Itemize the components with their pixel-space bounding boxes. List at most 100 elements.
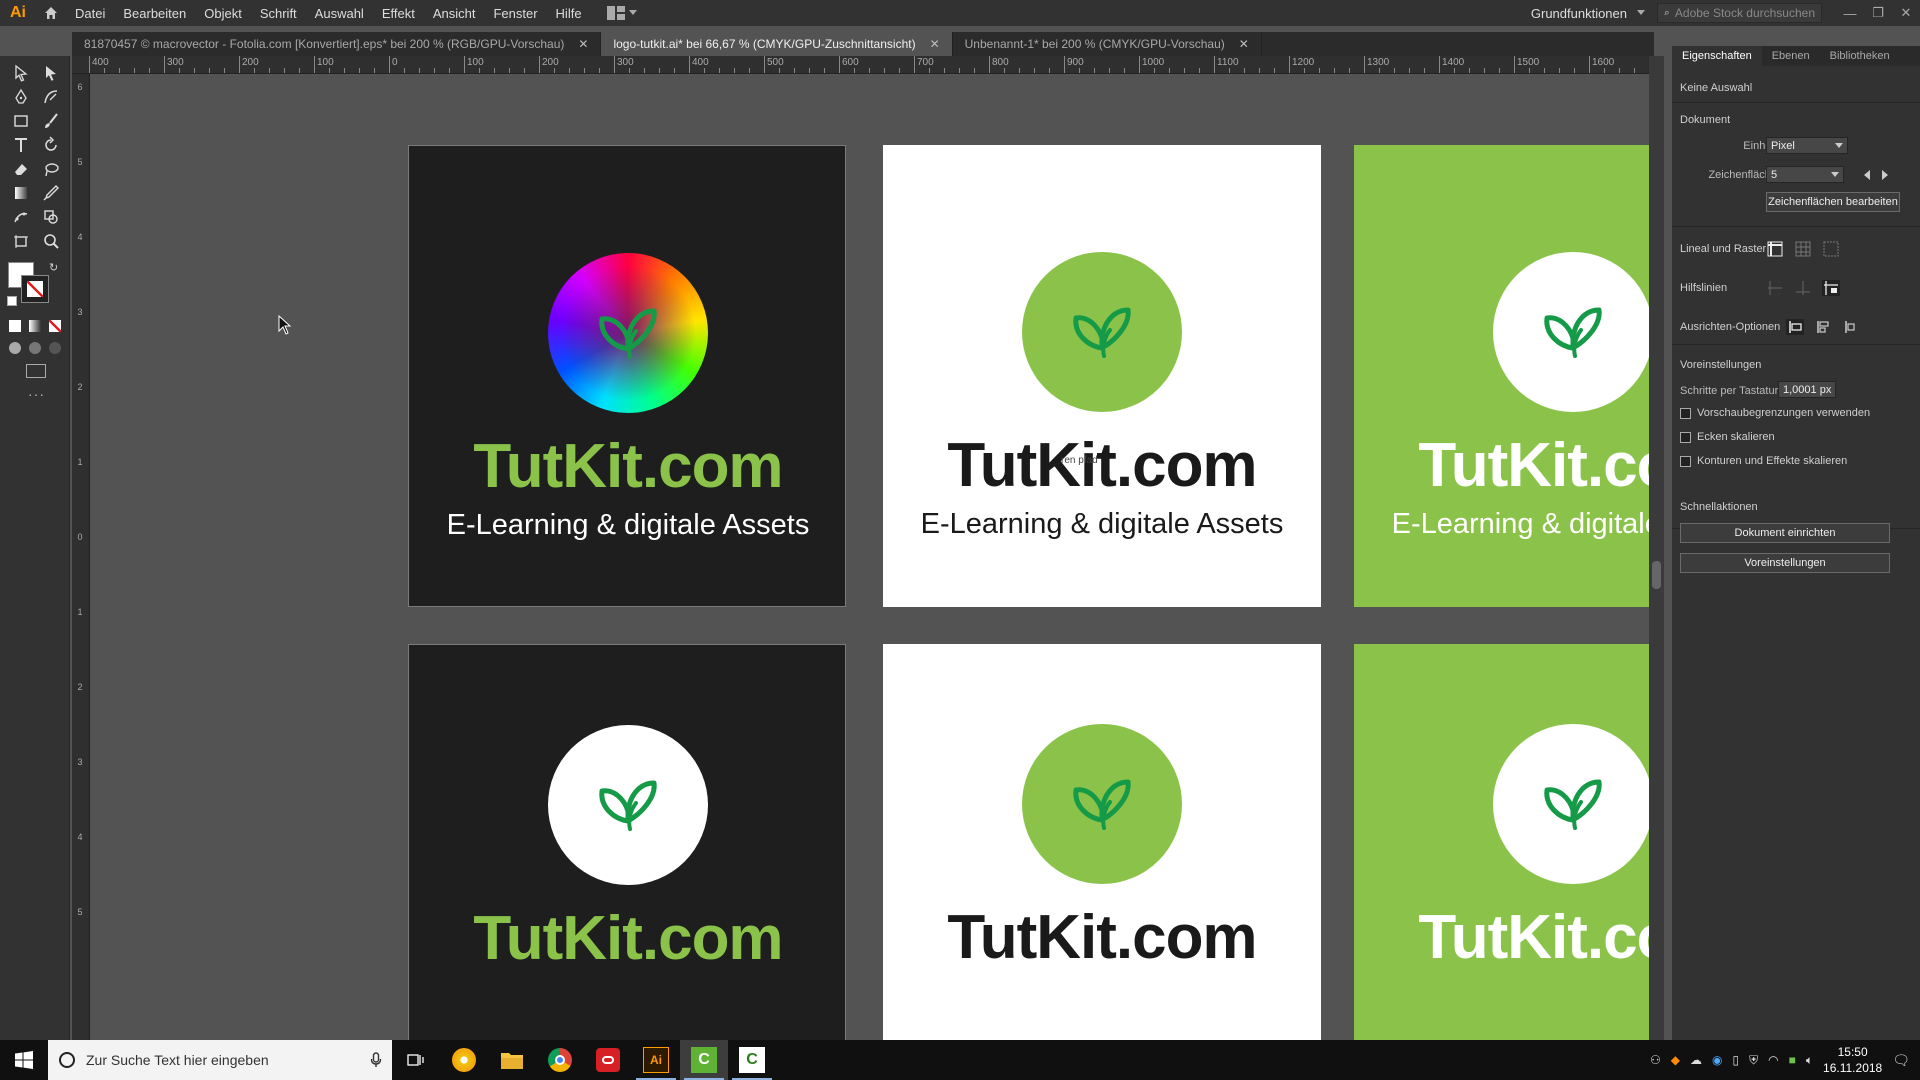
- camtasia-taskbar-icon[interactable]: C: [680, 1040, 728, 1080]
- home-icon[interactable]: [36, 5, 66, 21]
- document-setup-button[interactable]: Dokument einrichten: [1680, 523, 1890, 543]
- tab-eigenschaften[interactable]: Eigenschaften: [1672, 46, 1762, 66]
- draw-normal-icon[interactable]: [9, 342, 21, 354]
- pixel-grid-icon[interactable]: [1822, 241, 1840, 257]
- previous-artboard-icon[interactable]: [1858, 167, 1876, 183]
- taskbar-clock[interactable]: 15:50 16.11.2018: [1823, 1044, 1882, 1076]
- menu-hilfe[interactable]: Hilfe: [547, 6, 591, 21]
- battery-icon[interactable]: ▯: [1732, 1053, 1739, 1067]
- tab-bibliotheken[interactable]: Bibliotheken: [1820, 50, 1900, 62]
- menu-auswahl[interactable]: Auswahl: [306, 6, 373, 21]
- adobe-stock-search[interactable]: Adobe Stock durchsuchen: [1657, 3, 1822, 23]
- canvas-scrollbar[interactable]: [1649, 56, 1664, 1040]
- horizontal-ruler[interactable]: 400 300 200 100 0 100 200 300 400 500 600 700 800 900…: [72, 56, 1649, 74]
- checkbox-scale-strokes[interactable]: Konturen und Effekte skalieren: [1680, 455, 1847, 467]
- lasso-tool-icon[interactable]: [39, 158, 63, 180]
- menu-bearbeiten[interactable]: Bearbeiten: [114, 6, 195, 21]
- scrollbar-thumb[interactable]: [1652, 561, 1661, 589]
- draw-inside-icon[interactable]: [49, 342, 61, 354]
- taskbar-search[interactable]: Zur Suche Text hier eingeben: [48, 1040, 392, 1080]
- stroke-swatch[interactable]: [21, 275, 49, 303]
- grid-icon[interactable]: [1794, 241, 1812, 257]
- artboard-dark-2[interactable]: TutKit.com: [408, 644, 846, 1040]
- tray-green-icon[interactable]: ■: [1789, 1053, 1796, 1067]
- checkbox-box[interactable]: [1680, 455, 1691, 467]
- eraser-tool-icon[interactable]: [9, 158, 33, 180]
- artboard-green-1[interactable]: TutKit.com E-Learning & digitale Assets: [1354, 145, 1649, 607]
- canvas[interactable]: TutKit.com E-Learning & digitale Assets …: [91, 74, 1649, 1040]
- shape-builder-tool-icon[interactable]: [39, 206, 63, 228]
- smart-guides-icon[interactable]: [1794, 280, 1812, 296]
- illustrator-taskbar-icon[interactable]: Ai: [632, 1040, 680, 1080]
- tab-ebenen[interactable]: Ebenen: [1762, 50, 1820, 62]
- zoom-tool-icon[interactable]: [39, 230, 63, 252]
- menu-datei[interactable]: Datei: [66, 6, 114, 21]
- checkbox-box[interactable]: [1680, 407, 1691, 419]
- unit-select[interactable]: Pixel: [1766, 137, 1848, 154]
- ruler-icon[interactable]: [1766, 241, 1784, 257]
- checkbox-scale-corners[interactable]: Ecken skalieren: [1680, 431, 1775, 443]
- close-tab-icon[interactable]: ✕: [1239, 37, 1249, 51]
- tray-shield-icon[interactable]: ⛨: [1749, 1053, 1758, 1068]
- menu-fenster[interactable]: Fenster: [484, 6, 546, 21]
- tab-document-3[interactable]: Unbenannt-1* bei 200 % (CMYK/GPU-Vorscha…: [953, 32, 1262, 56]
- lock-guides-icon[interactable]: [1822, 280, 1840, 296]
- curvature-tool-icon[interactable]: [39, 86, 63, 108]
- next-artboard-icon[interactable]: [1876, 167, 1894, 183]
- edit-artboards-button[interactable]: Zeichenflächen bearbeiten: [1766, 192, 1900, 212]
- volume-icon[interactable]: 🔈︎: [1806, 1053, 1813, 1068]
- align-to-key-object-icon[interactable]: [1814, 319, 1832, 335]
- arrange-documents-button[interactable]: [599, 6, 645, 20]
- chrome-icon[interactable]: [536, 1040, 584, 1080]
- pen-tool-icon[interactable]: [9, 86, 33, 108]
- tray-sync-icon[interactable]: ◉: [1712, 1053, 1722, 1067]
- vertical-ruler[interactable]: 6 5 4 3 2 1 0 1 2 3 4 5: [72, 74, 90, 1040]
- workspace-switcher[interactable]: Grundfunktionen: [1519, 6, 1657, 21]
- menu-objekt[interactable]: Objekt: [195, 6, 251, 21]
- checkbox-preview-bounds[interactable]: Vorschaubegrenzungen verwenden: [1680, 407, 1870, 419]
- close-tab-icon[interactable]: ✕: [930, 37, 940, 51]
- selection-tool-icon[interactable]: [9, 62, 33, 84]
- artboard-green-2[interactable]: TutKit.com: [1354, 644, 1649, 1040]
- swap-fill-stroke-icon[interactable]: ↻: [49, 261, 58, 274]
- camtasia-recorder-icon[interactable]: C: [728, 1040, 776, 1080]
- type-tool-icon[interactable]: [9, 134, 33, 156]
- eyedropper-tool-icon[interactable]: [39, 182, 63, 204]
- close-button[interactable]: ✕: [1892, 5, 1920, 21]
- direct-selection-tool-icon[interactable]: [39, 62, 63, 84]
- file-explorer-icon[interactable]: [488, 1040, 536, 1080]
- preferences-button[interactable]: Voreinstellungen: [1680, 553, 1890, 573]
- notifications-icon[interactable]: 🗨︎: [1892, 1052, 1910, 1069]
- taskbar-app-yellow-icon[interactable]: [440, 1040, 488, 1080]
- microphone-icon[interactable]: [370, 1052, 382, 1068]
- tab-document-2[interactable]: logo-tutkit.ai* bei 66,67 % (CMYK/GPU-Zu…: [601, 32, 953, 56]
- checkbox-box[interactable]: [1680, 431, 1691, 443]
- guides-icon[interactable]: [1766, 280, 1784, 296]
- windows-start-icon[interactable]: [0, 1040, 48, 1080]
- wifi-icon[interactable]: ◠: [1768, 1053, 1778, 1067]
- draw-behind-icon[interactable]: [29, 342, 41, 354]
- rectangle-tool-icon[interactable]: [9, 110, 33, 132]
- menu-schrift[interactable]: Schrift: [251, 6, 306, 21]
- tray-cloud-icon[interactable]: ☁: [1690, 1053, 1702, 1067]
- artboard-white-2[interactable]: TutKit.com: [883, 644, 1321, 1040]
- task-view-icon[interactable]: [392, 1040, 440, 1080]
- none-mode-icon[interactable]: [49, 320, 61, 332]
- puppet-warp-tool-icon[interactable]: [9, 206, 33, 228]
- menu-effekt[interactable]: Effekt: [373, 6, 424, 21]
- artboard-select[interactable]: 5: [1766, 166, 1844, 183]
- default-colors-icon[interactable]: [7, 296, 17, 306]
- artboard-white-1[interactable]: TutKit.com ren pfad E-Learning & digital…: [883, 145, 1321, 607]
- menu-ansicht[interactable]: Ansicht: [424, 6, 485, 21]
- tab-document-1[interactable]: 81870457 © macrovector - Fotolia.com [Ko…: [72, 32, 602, 56]
- color-mode-icon[interactable]: [9, 320, 21, 332]
- keyboard-increment-input[interactable]: 1,0001 px: [1778, 381, 1836, 398]
- artboard-tool-icon[interactable]: [9, 230, 33, 252]
- minimize-button[interactable]: —: [1836, 6, 1864, 21]
- tray-app-icon[interactable]: ◆: [1671, 1053, 1680, 1067]
- gradient-mode-icon[interactable]: [29, 320, 41, 332]
- gradient-tool-icon[interactable]: [9, 182, 33, 204]
- rotate-tool-icon[interactable]: [39, 134, 63, 156]
- screen-mode-icon[interactable]: [26, 364, 46, 378]
- align-to-artboard-icon[interactable]: [1842, 319, 1860, 335]
